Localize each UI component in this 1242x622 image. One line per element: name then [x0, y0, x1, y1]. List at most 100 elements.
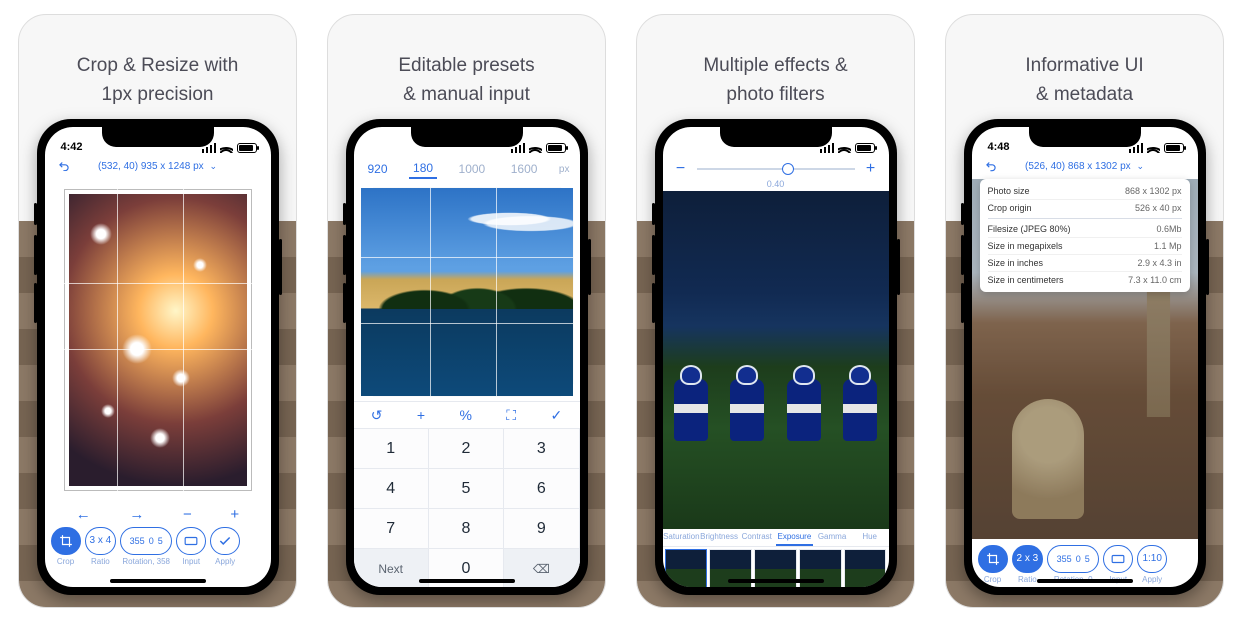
ratio-button[interactable]: 2 x 3 [1012, 545, 1044, 573]
input-button[interactable] [176, 527, 206, 555]
toolbar-row: Crop 3 x 4 Ratio 355 0 5 [45, 525, 271, 568]
ratio-label: Ratio [1018, 575, 1037, 584]
key-5[interactable]: 5 [429, 469, 504, 509]
thumb-value: 1.40 [666, 580, 707, 587]
key-next[interactable]: Next [354, 549, 429, 587]
photo-area[interactable] [663, 191, 889, 529]
meta-value: 868 x 1302 px [1125, 186, 1182, 196]
metadata-panel: Photo size868 x 1302 px Crop origin526 x… [980, 179, 1190, 292]
card-caption: Informative UI & metadata [1015, 15, 1153, 119]
input-button[interactable] [1103, 545, 1133, 573]
photo-area[interactable]: Photo size868 x 1302 px Crop origin526 x… [972, 179, 1198, 539]
confirm-op-icon[interactable]: ✓ [551, 407, 563, 424]
crop-dimensions-dropdown[interactable]: (532, 40) 935 x 1248 px ⌄ [79, 161, 237, 172]
size-preset-a[interactable]: 920 [364, 160, 392, 178]
meta-value: 7.3 x 11.0 cm [1128, 275, 1181, 285]
tab-contrast[interactable]: Contrast [738, 529, 776, 546]
slider-thumb[interactable] [782, 163, 794, 175]
operator-row: ↺ + % ⛶ ✓ [354, 401, 580, 429]
add-op-icon[interactable]: + [417, 407, 425, 423]
crop-handle-tl[interactable] [359, 186, 373, 200]
size-preset-d[interactable]: 1600 [507, 160, 542, 178]
key-4[interactable]: 4 [354, 469, 429, 509]
crop-handle-tr[interactable] [266, 170, 271, 184]
crop-grid-overlay[interactable] [45, 171, 271, 509]
key-3[interactable]: 3 [504, 429, 579, 469]
phone-frame: 920 180 1000 1600 px [346, 119, 588, 595]
crop-handle-tr[interactable] [561, 186, 575, 200]
meta-value: 2.9 x 4.3 in [1137, 258, 1181, 268]
crop-grid-overlay[interactable] [360, 187, 574, 397]
meta-row: Filesize (JPEG 80%)0.6Mb [988, 221, 1182, 238]
phone-frame: 4:48 (526, 40) 868 x 1302 px ⌄ [964, 119, 1206, 595]
tab-gamma[interactable]: Gamma [813, 529, 851, 546]
tab-saturation[interactable]: Saturation [663, 529, 701, 546]
crop-tool-button[interactable] [51, 527, 81, 555]
undo-icon[interactable] [982, 157, 1000, 175]
caption-line: & manual input [398, 83, 534, 108]
card-caption: Multiple effects & photo filters [693, 15, 857, 119]
notch [411, 127, 523, 147]
tab-hue[interactable]: Hue [851, 529, 889, 546]
rotation-val-b: 0 [149, 536, 154, 546]
key-1[interactable]: 1 [354, 429, 429, 469]
effect-slider[interactable] [697, 168, 855, 170]
filter-thumb[interactable]: 1.00 [844, 549, 887, 587]
rotation-button[interactable]: 355 0 5 [120, 527, 172, 555]
size-preset-c[interactable]: 1000 [455, 160, 490, 178]
photo-preview [663, 191, 889, 529]
home-indicator[interactable] [110, 579, 206, 583]
fit-op-icon[interactable]: ⛶ [506, 407, 516, 424]
photo-crop-area[interactable] [45, 179, 271, 501]
apply-button[interactable] [210, 527, 240, 555]
crop-handle-br[interactable] [266, 496, 271, 510]
key-backspace[interactable]: ⌫ [504, 549, 579, 587]
key-6[interactable]: 6 [504, 469, 579, 509]
photo-area[interactable] [354, 185, 580, 399]
phone-screen: 4:42 (532, 40) 935 x 1248 px ⌄ [45, 127, 271, 587]
apply-value: 1:10 [1142, 554, 1161, 564]
size-unit: px [559, 164, 570, 175]
notch [720, 127, 832, 147]
crop-handle-bl[interactable] [45, 496, 50, 510]
rotation-val-a: 355 [130, 536, 145, 546]
key-9[interactable]: 9 [504, 509, 579, 549]
crop-handle-tl[interactable] [45, 170, 50, 184]
notch [1029, 127, 1141, 147]
ratio-button[interactable]: 3 x 4 [85, 527, 117, 555]
photo-subject [787, 379, 821, 441]
home-indicator[interactable] [728, 579, 824, 583]
undo-op-icon[interactable]: ↺ [371, 407, 383, 424]
home-indicator[interactable] [419, 579, 515, 583]
wifi-icon [529, 143, 542, 153]
tab-brightness[interactable]: Brightness [700, 529, 738, 546]
card-caption: Editable presets & manual input [388, 15, 544, 119]
key-7[interactable]: 7 [354, 509, 429, 549]
key-2[interactable]: 2 [429, 429, 504, 469]
size-input-editing[interactable]: 180 [409, 159, 437, 179]
rotation-button[interactable]: 355 0 5 [1047, 545, 1099, 573]
input-label: Input [182, 557, 200, 566]
slider-value: 0.40 [663, 179, 889, 191]
phone-screen: 920 180 1000 1600 px [354, 127, 580, 587]
crop-dimensions-dropdown[interactable]: (526, 40) 868 x 1302 px ⌄ [1006, 161, 1164, 172]
filter-thumb[interactable]: 1.40 [665, 549, 708, 587]
home-indicator[interactable] [1037, 579, 1133, 583]
crop-handle-br[interactable] [561, 384, 575, 398]
crop-tool-button[interactable] [978, 545, 1008, 573]
crop-dimensions-text: (526, 40) 868 x 1302 px [1025, 161, 1131, 172]
crop-handle-bl[interactable] [359, 384, 373, 398]
thumb-value: 1.00 [845, 580, 886, 587]
status-time: 4:42 [61, 141, 83, 153]
rotation-val-b: 0 [1076, 554, 1081, 564]
percent-op-icon[interactable]: % [459, 407, 471, 423]
key-8[interactable]: 8 [429, 509, 504, 549]
slider-minus-icon[interactable]: − [673, 160, 689, 178]
meta-row: Size in inches2.9 x 4.3 in [988, 255, 1182, 272]
tab-exposure[interactable]: Exposure [776, 529, 814, 546]
screenshot-card-1: Crop & Resize with 1px precision 4:42 [18, 14, 297, 608]
apply-button[interactable]: 1:10 [1137, 545, 1167, 573]
meta-key: Filesize (JPEG 80%) [988, 224, 1071, 234]
meta-key: Photo size [988, 186, 1030, 196]
slider-plus-icon[interactable]: + [863, 160, 879, 178]
